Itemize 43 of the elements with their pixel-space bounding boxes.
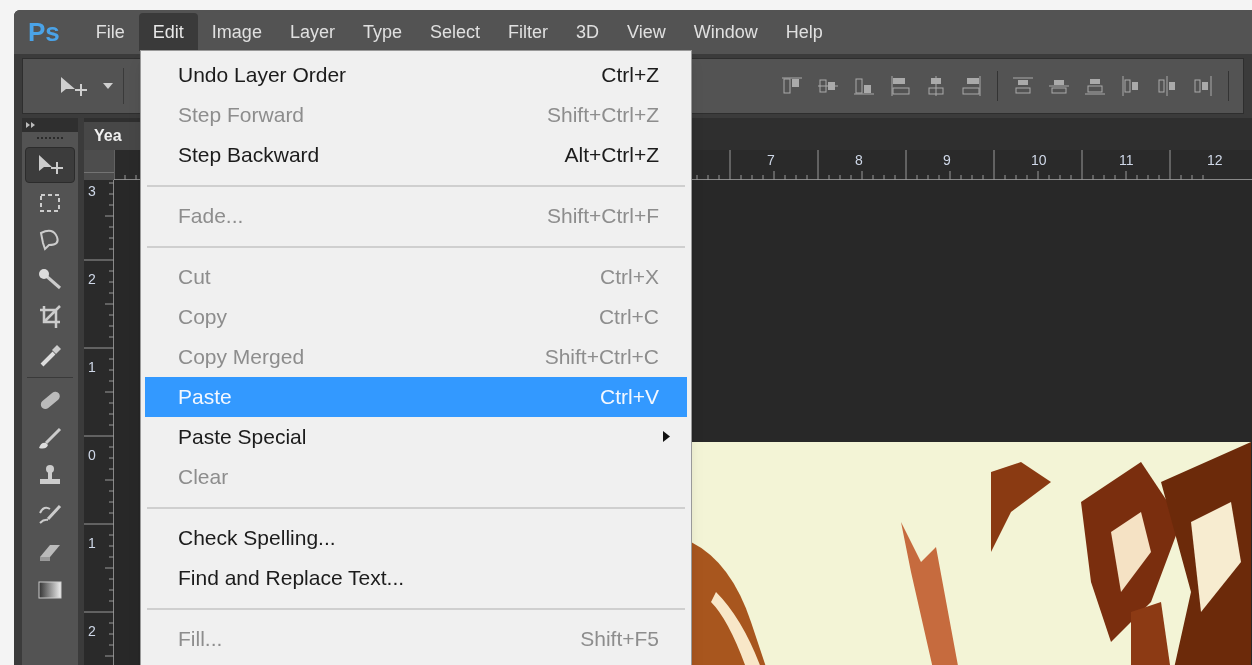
menu-item[interactable]: Find and Replace Text... (145, 558, 687, 598)
menu-item[interactable]: Type (348, 13, 416, 51)
menu-item[interactable]: Image (197, 13, 276, 51)
align-icon[interactable] (1192, 75, 1214, 97)
align-icon[interactable] (925, 75, 947, 97)
app-logo: Ps (28, 15, 60, 49)
ruler-label: 0 (88, 448, 96, 462)
menu-item[interactable]: Help (771, 13, 837, 51)
ruler-label: 7 (767, 153, 775, 167)
align-icon[interactable] (961, 75, 983, 97)
menu-item[interactable]: Step Backward Alt+Ctrl+Z (145, 135, 687, 175)
align-icon[interactable] (781, 75, 803, 97)
menu-item[interactable]: Paste Special (145, 417, 687, 457)
menu-item[interactable]: Filter (494, 13, 562, 51)
ruler-label: 1 (88, 360, 96, 374)
ruler-label: 2 (88, 624, 96, 638)
ruler-label: 1 (88, 536, 96, 550)
ruler-label: 2 (88, 272, 96, 286)
align-icon[interactable] (1156, 75, 1178, 97)
menu-item[interactable]: Window (679, 13, 772, 51)
tool-button[interactable] (25, 147, 75, 183)
caret-icon[interactable] (103, 83, 113, 89)
menu-item[interactable]: 3D (562, 13, 613, 51)
menu-item[interactable]: File (81, 13, 139, 51)
ruler-label: 10 (1031, 153, 1047, 167)
ruler-label: 3 (88, 184, 96, 198)
menu-item[interactable]: Edit (138, 13, 198, 51)
ruler-label: 11 (1119, 153, 1134, 167)
align-icon[interactable] (1012, 75, 1034, 97)
ruler-label: 8 (855, 153, 863, 167)
menu-item[interactable]: Check Spelling... (145, 518, 687, 558)
ruler-label: 9 (943, 153, 951, 167)
submenu-arrow-icon (663, 431, 670, 442)
align-icon[interactable] (853, 75, 875, 97)
align-icon[interactable] (889, 75, 911, 97)
ruler-label: 12 (1207, 153, 1223, 167)
menu-item[interactable]: Select (415, 13, 494, 51)
expand-icon[interactable] (26, 122, 36, 128)
magic-wand-icon (36, 266, 64, 292)
menu-item[interactable]: Undo Layer Order Ctrl+Z (145, 55, 687, 95)
brush-icon (36, 425, 64, 451)
menu-item[interactable]: View (613, 13, 680, 51)
menu-item[interactable]: Layer (275, 13, 349, 51)
